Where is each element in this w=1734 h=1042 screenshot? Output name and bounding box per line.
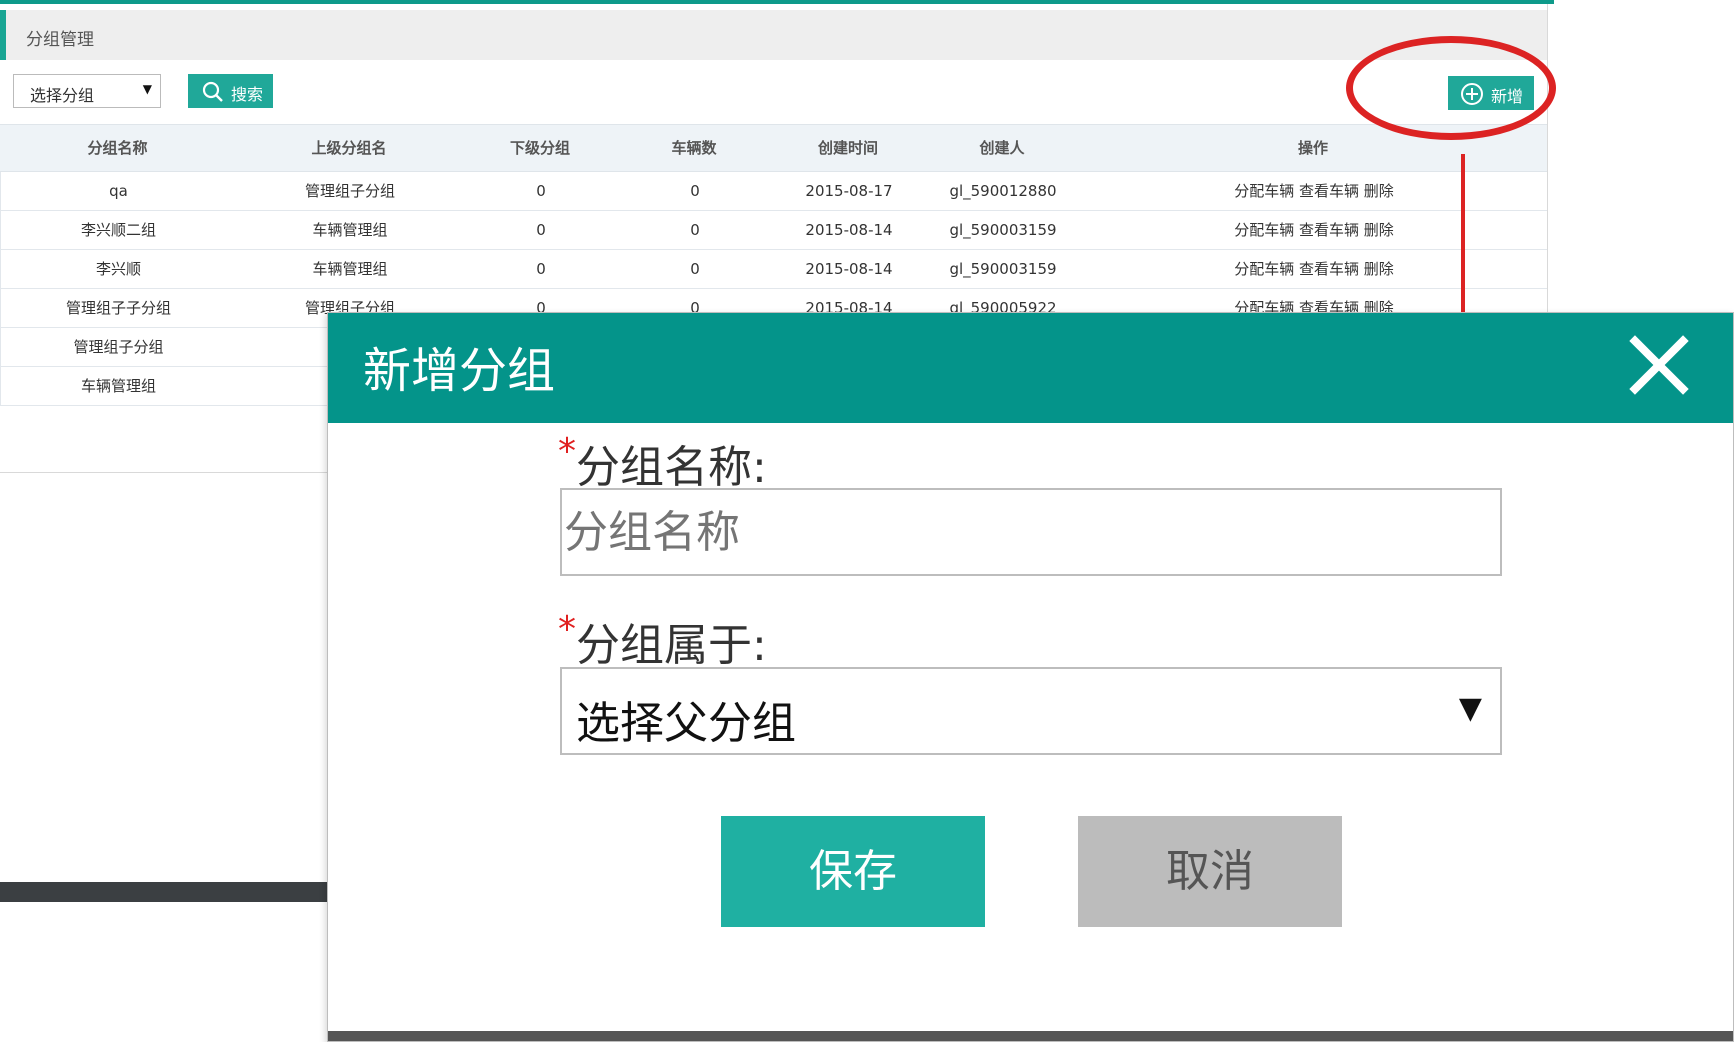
required-mark: * — [558, 431, 576, 472]
parent-group-label: 分组属于: — [576, 620, 767, 671]
dialog-header: 新增分组 — [328, 313, 1733, 423]
required-mark: * — [558, 609, 576, 650]
highlight-circle-annotation — [1346, 36, 1556, 140]
column-header[interactable]: 下级分组 — [463, 125, 617, 171]
dialog-title: 新增分组 — [363, 343, 556, 399]
cancel-button[interactable]: 取消 — [1078, 816, 1342, 927]
cell-child-count: 0 — [536, 182, 546, 200]
column-header[interactable]: 上级分组名 — [235, 125, 463, 171]
cell-parent-name: 车辆管理组 — [312, 221, 388, 239]
cell-created: 2015-08-14 — [805, 260, 893, 278]
cell-group-name: 管理组子子分组 — [65, 299, 171, 317]
column-header[interactable]: 创建人 — [925, 125, 1079, 171]
cell-parent-name: 车辆管理组 — [312, 260, 388, 278]
panel-header: 分组管理 — [0, 10, 1547, 60]
cell-group-name: 管理组子分组 — [73, 338, 164, 356]
chevron-down-icon: ▼ — [1458, 691, 1482, 726]
column-header[interactable]: 车辆数 — [617, 125, 771, 171]
parent-group-label-wrap: *分组属于: — [558, 609, 767, 673]
cell-vehicle-count: 0 — [690, 260, 700, 278]
row-actions[interactable]: 分配车辆 查看车辆 删除 — [1080, 172, 1548, 210]
cell-child-count: 0 — [536, 221, 546, 239]
group-filter-select[interactable]: 选择分组 ▼ — [13, 74, 161, 108]
annotation-arrow-line — [1461, 154, 1465, 320]
column-header[interactable]: 创建时间 — [771, 125, 925, 171]
column-header[interactable]: 分组名称 — [0, 125, 235, 171]
table-row: qa 管理组子分组 0 0 2015-08-17 gl_590012880 分配… — [0, 172, 1547, 211]
parent-group-value: 选择父分组 — [576, 698, 796, 749]
cell-parent-name: 管理组子分组 — [304, 182, 395, 200]
cell-created: 2015-08-14 — [805, 221, 893, 239]
cell-vehicle-count: 0 — [690, 221, 700, 239]
chevron-down-icon: ▼ — [142, 82, 152, 96]
table-row: 李兴顺二组 车辆管理组 0 0 2015-08-14 gl_590003159 … — [0, 211, 1547, 250]
cell-group-name: 李兴顺 — [95, 260, 141, 278]
cell-child-count: 0 — [536, 260, 546, 278]
close-icon[interactable] — [1627, 333, 1691, 397]
save-button[interactable]: 保存 — [721, 816, 985, 927]
table-row: 李兴顺 车辆管理组 0 0 2015-08-14 gl_590003159 分配… — [0, 250, 1547, 289]
group-name-label: 分组名称: — [576, 442, 767, 493]
cell-creator: gl_590003159 — [949, 260, 1057, 278]
header-accent-bar — [0, 10, 6, 60]
cell-group-name: 车辆管理组 — [80, 377, 156, 395]
add-group-dialog: 新增分组 *分组名称: *分组属于: 选择父分组 ▼ 保存 取消 — [327, 312, 1734, 1042]
search-icon — [202, 81, 224, 107]
parent-group-select[interactable]: 选择父分组 ▼ — [560, 667, 1502, 755]
footer-bar — [0, 882, 330, 902]
cell-group-name: 李兴顺二组 — [80, 221, 156, 239]
row-actions[interactable]: 分配车辆 查看车辆 删除 — [1080, 250, 1548, 288]
group-name-input[interactable] — [560, 488, 1502, 576]
page-title: 分组管理 — [26, 30, 94, 50]
row-actions[interactable]: 分配车辆 查看车辆 删除 — [1080, 211, 1548, 249]
dialog-bottom-border — [328, 1031, 1733, 1041]
cell-vehicle-count: 0 — [690, 182, 700, 200]
group-filter-value: 选择分组 — [30, 86, 95, 105]
cell-created: 2015-08-17 — [805, 182, 893, 200]
table-header: 分组名称 上级分组名 下级分组 车辆数 创建时间 创建人 操作 — [0, 124, 1547, 172]
search-button[interactable]: 搜索 — [188, 74, 273, 108]
group-name-label-wrap: *分组名称: — [558, 431, 767, 495]
cell-creator: gl_590003159 — [949, 221, 1057, 239]
search-button-label: 搜索 — [231, 85, 264, 104]
cell-group-name: qa — [109, 182, 128, 200]
cell-creator: gl_590012880 — [949, 182, 1057, 200]
